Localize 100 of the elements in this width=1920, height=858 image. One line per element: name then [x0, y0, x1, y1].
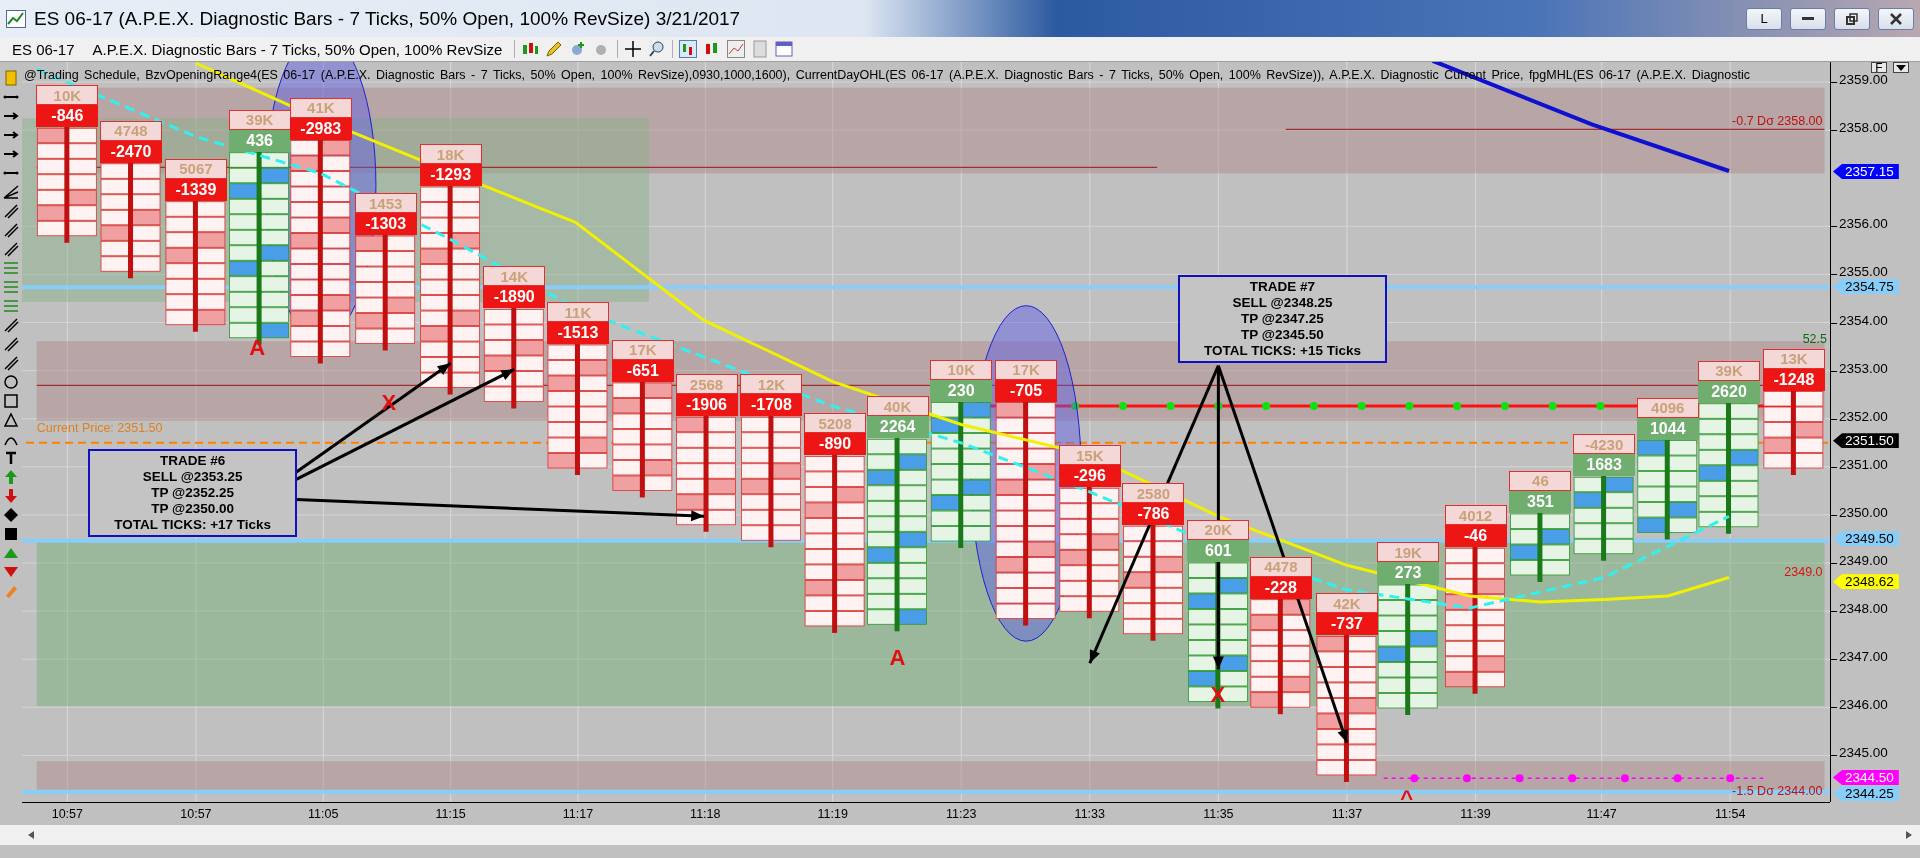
- minimize-icon: [1802, 17, 1814, 20]
- price-label: 2358.00: [1839, 121, 1888, 136]
- volume-label: 20K: [1187, 519, 1250, 540]
- time-label: 11:18: [690, 807, 721, 821]
- price-label: 2345.00: [1839, 746, 1888, 761]
- time-label: 10:57: [51, 807, 83, 821]
- line-chart-icon[interactable]: [727, 40, 746, 58]
- trade-note-text: SELL @2353.25: [142, 468, 243, 485]
- delta-label: -846: [36, 105, 99, 128]
- delta-label: -705: [995, 379, 1058, 402]
- diagonal-line-icon[interactable]: [3, 241, 19, 257]
- price-label: 2352.00: [1839, 409, 1888, 424]
- volume-label: 2568: [675, 374, 738, 395]
- close-icon: [1890, 12, 1902, 25]
- close-button[interactable]: [1878, 7, 1914, 30]
- delta-label: -46: [1444, 525, 1507, 548]
- crosshair-icon[interactable]: [624, 40, 643, 58]
- trade-note-text: SELL @2348.25: [1232, 295, 1333, 312]
- delta-label: -786: [1122, 503, 1185, 526]
- price-label: 2348.00: [1839, 602, 1888, 617]
- volume-label: 5208: [804, 413, 867, 434]
- volume-label: 39K: [228, 109, 291, 130]
- minimize-button[interactable]: [1790, 7, 1826, 30]
- delta-label: -1708: [740, 394, 803, 417]
- triangle-icon[interactable]: [3, 412, 19, 428]
- delta-label: -1906: [675, 394, 738, 417]
- window-icon[interactable]: [775, 40, 794, 58]
- scroll-right-icon[interactable]: [1906, 831, 1912, 839]
- price-tag: 2354.75: [1833, 279, 1899, 295]
- delta-label: -1248: [1762, 368, 1825, 391]
- diamond-icon[interactable]: [3, 507, 19, 523]
- level-note: 2349.0: [1784, 564, 1823, 579]
- rays-icon[interactable]: [3, 184, 19, 200]
- scroll-left-icon[interactable]: [28, 831, 34, 839]
- volume-label: 4012: [1444, 505, 1507, 526]
- time-label: 11:15: [435, 807, 466, 821]
- circle-icon[interactable]: [3, 374, 19, 390]
- volume-label: 14K: [483, 266, 546, 287]
- chart-marker: A: [249, 335, 266, 362]
- f-button[interactable]: F: [1871, 62, 1887, 73]
- price-tag: 2348.62: [1833, 574, 1899, 590]
- dropdown-button[interactable]: [1893, 62, 1909, 73]
- level-note: -0.7 Dσ 2358.00: [1732, 114, 1823, 128]
- price-label: 2347.00: [1839, 650, 1888, 665]
- price-label: 2349.00: [1839, 554, 1888, 568]
- price-label: 2359.00: [1839, 73, 1888, 87]
- diagonal-line-icon[interactable]: [3, 317, 19, 333]
- delta-label: -651: [611, 359, 674, 382]
- price-tag: 2344.25: [1833, 786, 1899, 801]
- volume-label: 42K: [1315, 593, 1378, 614]
- delta-label: 601: [1187, 539, 1250, 562]
- square-icon[interactable]: [3, 393, 19, 409]
- delta-label: -296: [1058, 465, 1121, 488]
- delta-label: -1303: [354, 213, 417, 235]
- volume-label: 18K: [419, 144, 482, 165]
- diagonal-line-icon[interactable]: [3, 355, 19, 371]
- price-label: 2346.00: [1839, 698, 1888, 713]
- instrument-dropdown[interactable]: ES 06-17: [6, 38, 81, 60]
- time-label: 11:35: [1203, 807, 1234, 821]
- delta-label: -1293: [419, 164, 482, 187]
- text-tool-icon[interactable]: [3, 450, 19, 466]
- price-label: 2353.00: [1839, 361, 1888, 376]
- caret-icon: [1896, 64, 1906, 71]
- delta-label: -1339: [164, 178, 227, 201]
- volume-label: 39K: [1698, 360, 1760, 381]
- level-note: -1.5 Dσ 2344.00: [1732, 783, 1823, 798]
- diagonal-line-icon[interactable]: [3, 222, 19, 238]
- volume-label: 17K: [611, 339, 674, 360]
- diagonal-line-icon[interactable]: [3, 203, 19, 219]
- delta-label: -2470: [100, 140, 162, 163]
- time-label: 10:57: [180, 807, 212, 821]
- delta-label: 436: [228, 129, 291, 152]
- filled-square-icon[interactable]: [3, 526, 19, 542]
- trade-note-text: TOTAL TICKS: +15 Ticks: [1204, 343, 1361, 360]
- volume-label: 41K: [289, 97, 352, 118]
- zoom-icon[interactable]: [648, 40, 667, 58]
- trade-note-text: TP @2352.25: [151, 484, 234, 501]
- trade-note-text: TP @2350.00: [151, 500, 234, 517]
- bar-chart-icon[interactable]: [679, 40, 698, 58]
- level-note: Current Price: 2351.50: [36, 421, 163, 436]
- price-label: 2356.00: [1839, 217, 1888, 232]
- delta-label: 1044: [1636, 417, 1699, 440]
- volume-label: 40K: [866, 396, 929, 417]
- time-label: 11:47: [1586, 807, 1617, 821]
- time-label: 11:54: [1715, 807, 1746, 821]
- delta-label: 1683: [1573, 454, 1636, 477]
- diagonal-line-icon[interactable]: [3, 336, 19, 352]
- trade-note-text: TP @2345.50: [1241, 327, 1324, 344]
- volume-label: -4230: [1573, 434, 1636, 455]
- volume-label: 1453: [354, 193, 417, 213]
- link-button[interactable]: L: [1746, 7, 1782, 30]
- volume-label: 46: [1509, 470, 1572, 491]
- restore-button[interactable]: [1834, 7, 1870, 30]
- bar-type-dropdown[interactable]: A.P.E.X. Diagnostic Bars - 7 Ticks, 50% Open, 100% RevSize: [86, 38, 509, 60]
- price-label: 2355.00: [1839, 265, 1888, 280]
- volume-label: 17K: [995, 359, 1058, 380]
- volume-label: 15K: [1058, 445, 1121, 466]
- price-tag: 2344.50: [1833, 770, 1899, 786]
- pencil-icon[interactable]: [545, 40, 564, 58]
- time-label: 11:33: [1074, 807, 1105, 821]
